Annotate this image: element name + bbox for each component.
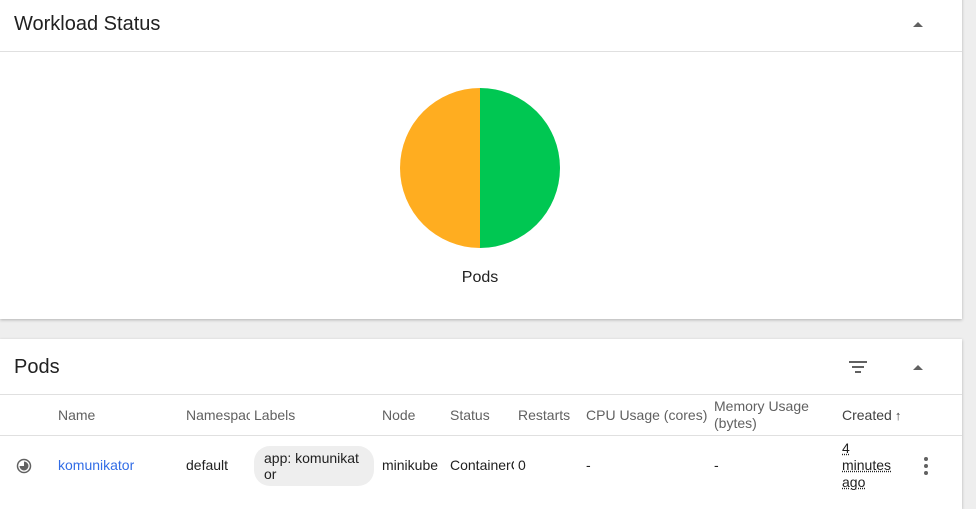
pod-memory: - [714, 457, 719, 473]
more-actions-button[interactable] [916, 453, 936, 479]
arrow-up-icon: ↑ [895, 408, 902, 423]
filter-button[interactable] [844, 353, 872, 381]
pod-status: ContainerCreating [450, 457, 514, 473]
pie-label: Pods [440, 269, 520, 287]
caret-up-icon [913, 22, 923, 27]
filter-list-icon [849, 361, 867, 373]
col-header-node[interactable]: Node [382, 407, 442, 424]
pod-created[interactable]: 4 minutes ago [842, 440, 902, 491]
pods-title: Pods [14, 356, 60, 379]
pods-card: Pods Name Namespace Labels Node Status R… [0, 339, 962, 509]
caret-up-icon [913, 365, 923, 370]
more-vert-icon [924, 457, 928, 461]
pod-namespace: default [186, 457, 228, 473]
col-header-restarts[interactable]: Restarts [518, 407, 580, 424]
workload-status-header: Workload Status [0, 0, 962, 52]
workload-status-title: Workload Status [14, 13, 160, 36]
pod-node: minikube [382, 457, 446, 473]
label-chip: app: komunikator [254, 446, 374, 486]
collapse-workload-button[interactable] [904, 10, 932, 38]
col-header-status[interactable]: Status [450, 407, 512, 424]
pod-restarts: 0 [518, 457, 526, 473]
collapse-pods-button[interactable] [904, 353, 932, 381]
col-header-labels: Labels [254, 407, 374, 424]
pending-clock-icon [16, 458, 32, 474]
col-header-cpu: CPU Usage (cores) [586, 407, 710, 424]
pie-slice-pending[interactable] [400, 88, 480, 248]
col-header-name[interactable]: Name [58, 407, 178, 424]
col-header-created[interactable]: Created ↑ [842, 407, 922, 424]
pod-created-text: 4 minutes ago [842, 440, 891, 490]
col-header-memory: Memory Usage (bytes) [714, 398, 832, 432]
pods-pie-chart [400, 88, 560, 248]
header-divider [0, 435, 962, 436]
pie-slice-running[interactable] [480, 88, 560, 248]
col-header-namespace[interactable]: Namespace [186, 407, 250, 424]
pod-name-link[interactable]: komunikator [58, 457, 134, 473]
pods-header: Pods [0, 339, 962, 395]
col-header-created-label: Created [842, 407, 892, 423]
pod-cpu: - [586, 457, 591, 473]
workload-status-card: Workload Status Pods [0, 0, 962, 319]
